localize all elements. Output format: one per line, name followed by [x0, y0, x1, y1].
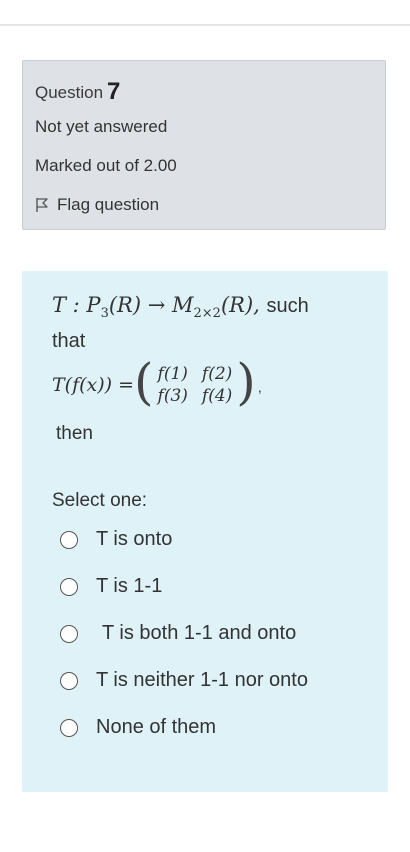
- then-text: then: [56, 423, 93, 444]
- radio-button[interactable]: [60, 671, 78, 690]
- equation-lhs: T(f(x)) =: [52, 374, 135, 396]
- question-info-panel: Question 7 Not yet answered Marked out of…: [22, 60, 386, 230]
- radio-button[interactable]: [60, 577, 78, 596]
- answer-option[interactable]: T is 1-1: [60, 575, 162, 598]
- matrix-cell: f(2): [201, 364, 233, 384]
- matrix-cell: f(4): [201, 386, 233, 406]
- matrix-right-paren: ): [236, 353, 256, 411]
- flag-label: Flag question: [57, 195, 160, 214]
- map-definition: T : P3(R) → M2×2(R), such: [52, 293, 309, 321]
- answer-option[interactable]: T is neither 1-1 nor onto: [60, 669, 308, 692]
- that-text: that: [52, 330, 86, 352]
- select-one-prompt: Select one:: [52, 490, 148, 511]
- radio-button[interactable]: [60, 718, 78, 737]
- option-label[interactable]: None of them: [96, 716, 216, 739]
- such-text: such: [266, 295, 309, 317]
- question-heading: Question 7: [35, 77, 120, 105]
- matrix-cell: f(1): [157, 364, 188, 384]
- radio-button[interactable]: [60, 624, 78, 643]
- answer-option[interactable]: T is both 1-1 and onto: [60, 622, 296, 645]
- option-label[interactable]: T is both 1-1 and onto: [102, 622, 296, 645]
- top-divider: [0, 24, 410, 26]
- marks-info: Marked out of 2.00: [35, 156, 177, 175]
- question-number: 7: [107, 78, 121, 105]
- option-label[interactable]: T is onto: [96, 528, 172, 551]
- answer-status: Not yet answered: [35, 117, 168, 136]
- equation-tail: ,: [257, 379, 262, 395]
- answer-option[interactable]: T is onto: [60, 528, 172, 551]
- question-label: Question: [35, 83, 104, 102]
- matrix-cell: f(3): [157, 386, 188, 406]
- option-label[interactable]: T is neither 1-1 nor onto: [96, 669, 308, 692]
- matrix-left-paren: (: [134, 353, 154, 411]
- quiz-page: Question 7 Not yet answered Marked out of…: [0, 0, 410, 852]
- radio-button[interactable]: [60, 530, 78, 549]
- answer-option[interactable]: None of them: [60, 716, 216, 739]
- question-content-panel: T : P3(R) → M2×2(R), such that T(f(x)) =…: [22, 271, 388, 792]
- flag-question-link[interactable]: Flag question: [35, 195, 159, 215]
- option-label[interactable]: T is 1-1: [96, 575, 162, 598]
- transformation-equation: T(f(x)) = ( f(1) f(2) f(3) f(4) ) ,: [52, 357, 382, 413]
- matrix: f(1) f(2) f(3) f(4): [158, 364, 233, 406]
- flag-icon: [36, 198, 48, 212]
